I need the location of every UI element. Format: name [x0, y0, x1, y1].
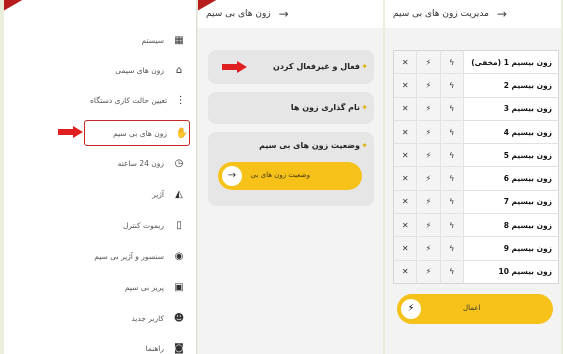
bolt-off-icon[interactable]: ϟ: [440, 260, 464, 283]
bolt-icon[interactable]: ⚡: [417, 214, 441, 237]
bolt-off-icon[interactable]: ϟ: [440, 51, 464, 74]
table-row: ✕ ⚡ ϟ زون بیسیم 6: [394, 167, 558, 191]
calendar-icon: ▦: [174, 34, 184, 46]
bolt-off-icon[interactable]: ϟ: [440, 167, 464, 190]
bolt-off-icon[interactable]: ϟ: [440, 190, 464, 214]
table-row: ✕ ⚡ ϟ زون بیسیم 2: [394, 74, 558, 98]
table-row: ✕ ⚡ ϟ زون بیسیم 1 (مخفی): [394, 51, 558, 75]
wireless-zones-panel: → زون های بی سیم ✦ فعال و غیرفعال کردن ✦…: [198, 0, 383, 354]
hide-icon[interactable]: ✕: [394, 237, 418, 260]
hide-icon[interactable]: ✕: [394, 144, 418, 167]
sidebar-item-wireless-zones[interactable]: زون های بی سیم ✋: [84, 120, 190, 146]
bolt-icon[interactable]: ⚡: [417, 120, 441, 144]
mode-icon: ⋮: [175, 94, 186, 106]
hide-icon[interactable]: ✕: [394, 260, 418, 283]
zone-naming-card[interactable]: ✦ نام گذاری زون ها: [208, 92, 374, 124]
bolt-icon[interactable]: ⚡: [417, 74, 441, 97]
siren-icon: ◭: [175, 188, 183, 200]
sidebar-item-help[interactable]: راهنما ◙: [90, 336, 186, 354]
table-row: ✕ ⚡ ϟ زون بیسیم 10: [394, 260, 558, 283]
clock-icon: ◷: [174, 157, 184, 169]
table-row: ✕ ⚡ ϟ زون بیسیم 5: [394, 144, 558, 168]
zone-status-card: ✦ وضعیت زون های بی سیم → وضعیت زون های ب…: [208, 132, 374, 206]
apply-button[interactable]: ⚡ اعمال: [397, 294, 553, 324]
bolt-off-icon[interactable]: ϟ: [440, 97, 464, 120]
hide-icon[interactable]: ✕: [394, 120, 418, 144]
bolt-icon[interactable]: ⚡: [417, 190, 441, 214]
bolt-icon[interactable]: ⚡: [417, 97, 441, 120]
pointer-arrow-icon: [222, 61, 248, 73]
users-icon: ☻: [173, 312, 185, 324]
zone-management-panel: → مدیریت زون های بی سیم ✕ ⚡ ϟ زون بیسیم 1 (…: [385, 0, 561, 354]
sidebar-item-new-user[interactable]: کاربر جدید ☻: [90, 306, 186, 330]
socket-icon: ▣: [174, 281, 184, 293]
zone-icon: ⌂: [175, 64, 183, 76]
help-icon: ◙: [174, 342, 184, 354]
spark-icon: ✦: [361, 103, 368, 112]
hide-icon[interactable]: ✕: [394, 97, 418, 120]
remote-icon: ▯: [176, 219, 182, 231]
back-arrow-icon[interactable]: →: [497, 7, 507, 21]
table-row: ✕ ⚡ ϟ زون بیسیم 4: [394, 120, 558, 145]
hide-icon[interactable]: ✕: [394, 74, 418, 97]
page-title: مدیریت زون های بی سیم: [393, 9, 489, 19]
arrow-right-icon: →: [222, 166, 242, 186]
zone-status-button[interactable]: → وضعیت زون های بی: [218, 162, 362, 190]
pointer-arrow-icon: [58, 126, 84, 138]
sidebar-item-24h-zone[interactable]: زون 24 ساعته ◷: [90, 151, 186, 175]
sidebar-item-wired-zones[interactable]: زون های سیمی ⌂: [90, 58, 186, 82]
table-row: ✕ ⚡ ϟ زون بیسیم 9: [394, 237, 558, 261]
bolt-icon[interactable]: ⚡: [417, 51, 441, 74]
bolt-off-icon[interactable]: ϟ: [440, 237, 464, 260]
bolt-icon: ⚡: [401, 299, 421, 319]
signal-icon: ◉: [174, 250, 184, 262]
bolt-off-icon[interactable]: ϟ: [440, 214, 464, 237]
bolt-off-icon[interactable]: ϟ: [440, 74, 464, 97]
wireless-zone-icon: ✋: [175, 127, 189, 139]
hide-icon[interactable]: ✕: [394, 214, 418, 237]
bolt-off-icon[interactable]: ϟ: [440, 144, 464, 167]
zone-list: ✕ ⚡ ϟ زون بیسیم 1 (مخفی) ✕ ⚡ ϟ زون بیسیم 2 ✕ ⚡ ϟ…: [393, 50, 559, 284]
table-row: ✕ ⚡ ϟ زون بیسیم 7: [394, 190, 558, 215]
hide-icon[interactable]: ✕: [394, 51, 418, 74]
bolt-icon[interactable]: ⚡: [417, 237, 441, 260]
spark-icon: ✦: [361, 141, 368, 150]
sidebar-item-remote[interactable]: ریموت کنترل ▯: [90, 213, 186, 237]
bolt-icon[interactable]: ⚡: [417, 260, 441, 283]
bolt-off-icon[interactable]: ϟ: [440, 120, 464, 144]
mid-header: → زون های بی سیم: [198, 0, 383, 28]
table-row: ✕ ⚡ ϟ زون بیسیم 3: [394, 97, 558, 121]
corner-ribbon: [4, 0, 30, 14]
sidebar-item-wireless-socket[interactable]: پریز بی سیم ▣: [90, 275, 186, 299]
sidebar-item-device-mode[interactable]: تعیین حالت کاری دستگاه ⋮: [90, 88, 186, 112]
sidebar-item-wireless-sensor[interactable]: سنسور و آژیر بی سیم ◉: [90, 244, 186, 268]
corner-ribbon: [198, 0, 224, 14]
spark-icon: ✦: [361, 62, 368, 71]
bolt-icon[interactable]: ⚡: [417, 167, 441, 190]
hide-icon[interactable]: ✕: [394, 167, 418, 190]
hide-icon[interactable]: ✕: [394, 190, 418, 214]
sidebar-panel: سیستم ▦ زون های سیمی ⌂ تعیین حالت کاری دست…: [4, 0, 197, 354]
sidebar-item-system[interactable]: سیستم ▦: [90, 28, 186, 52]
back-arrow-icon[interactable]: →: [279, 7, 289, 21]
table-row: ✕ ⚡ ϟ زون بیسیم 8: [394, 214, 558, 238]
right-header: → مدیریت زون های بی سیم: [385, 0, 561, 28]
sidebar-item-siren[interactable]: آژیر ◭: [90, 182, 186, 206]
bolt-icon[interactable]: ⚡: [417, 144, 441, 167]
